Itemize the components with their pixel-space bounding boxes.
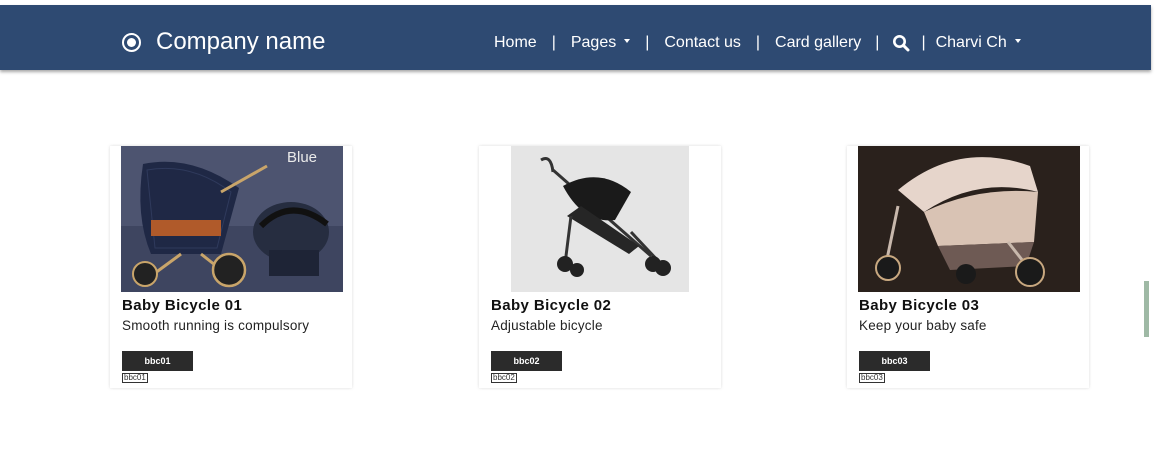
user-name: Charvi Ch	[935, 34, 1007, 52]
card-button[interactable]: bbc02	[491, 351, 562, 371]
card-title: Baby Bicycle 03	[859, 297, 980, 314]
product-card[interactable]: Baby Bicycle 03 Keep your baby safe bbc0…	[847, 146, 1089, 388]
product-image: Blue	[121, 146, 343, 292]
card-description: Adjustable bicycle	[491, 318, 603, 333]
navbar: Company name Home | Pages | Contact us |…	[0, 5, 1151, 70]
product-image	[511, 146, 689, 292]
scroll-indicator[interactable]	[1144, 281, 1149, 337]
nav-separator: |	[875, 34, 880, 52]
nav-separator: |	[645, 34, 650, 52]
search-icon	[893, 35, 910, 52]
card-title: Baby Bicycle 01	[122, 297, 243, 314]
card-tag: bbc02	[491, 373, 517, 383]
search-button[interactable]	[892, 34, 910, 52]
brand[interactable]: Company name	[122, 29, 325, 55]
nav-menu: Home | Pages | Contact us | Card gallery…	[494, 34, 1021, 52]
product-image	[858, 146, 1080, 292]
nav-pages-dropdown[interactable]: Pages	[570, 34, 631, 52]
nav-separator: |	[551, 34, 556, 52]
nav-separator: |	[755, 34, 761, 52]
product-card[interactable]: Blue Baby Bicycle 01 Smooth running is c…	[110, 146, 352, 388]
product-card[interactable]: Baby Bicycle 02 Adjustable bicycle bbc02…	[479, 146, 721, 388]
caret-down-icon	[1014, 38, 1021, 43]
card-title: Baby Bicycle 02	[491, 297, 612, 314]
user-menu-dropdown[interactable]: Charvi Ch	[936, 34, 1021, 52]
image-label: Blue	[287, 149, 317, 166]
brand-name: Company name	[156, 28, 326, 55]
nav-home[interactable]: Home	[494, 34, 537, 52]
card-tag: bbc01	[122, 373, 148, 383]
caret-down-icon	[624, 38, 631, 43]
stroller-image: Blue	[121, 146, 343, 292]
card-description: Keep your baby safe	[859, 318, 987, 333]
nav-separator: |	[921, 34, 926, 52]
nav-card-gallery[interactable]: Card gallery	[775, 34, 861, 52]
card-tag: bbc03	[859, 373, 885, 383]
card-button[interactable]: bbc01	[122, 351, 193, 371]
nav-contact[interactable]: Contact us	[664, 34, 740, 52]
nav-pages-label: Pages	[570, 34, 617, 52]
card-description: Smooth running is compulsory	[122, 318, 310, 333]
stroller-image	[858, 146, 1080, 292]
stroller-image	[511, 146, 689, 292]
brand-logo-icon	[122, 32, 141, 52]
card-button[interactable]: bbc03	[859, 351, 930, 371]
